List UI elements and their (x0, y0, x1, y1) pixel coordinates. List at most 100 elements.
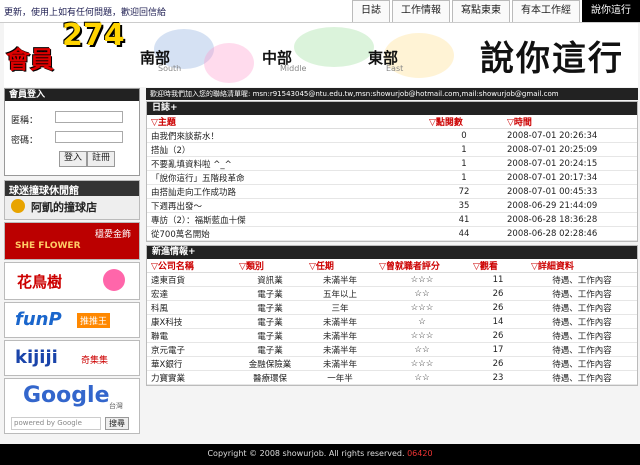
diary-views: 1 (425, 142, 503, 157)
diary-topic[interactable]: 不要亂填資料啦 ^_^ (147, 156, 425, 171)
job-rating: ☆☆☆ (375, 300, 469, 315)
ad-billiard[interactable]: 球迷撞球休閒館 阿凱的撞球店 (4, 180, 140, 220)
tab-write[interactable]: 寫點東東 (452, 0, 510, 22)
region-east[interactable]: 東部 East (368, 47, 403, 73)
col-company[interactable]: ▽公司名稱 (147, 259, 235, 273)
login-button[interactable]: 登入 (59, 151, 88, 167)
job-row[interactable]: 宏達 電子業 五年以上 ☆☆ 26 待遇、工作內容 (147, 286, 637, 301)
job-row[interactable]: 康X科技 電子業 未滿半年 ☆ 14 待遇、工作內容 (147, 314, 637, 329)
job-company[interactable]: 康X科技 (147, 314, 235, 329)
job-row[interactable]: 遠東百貨 資訊業 未滿半年 ☆☆☆ 11 待遇、工作內容 (147, 272, 637, 287)
job-row[interactable]: 華X銀行 金融保險業 未滿半年 ☆☆☆ 26 待遇、工作內容 (147, 356, 637, 371)
jewelry-en: SHE FLOWER (15, 241, 81, 251)
diary-time: 2008-06-29 21:44:09 (503, 198, 637, 213)
col-category[interactable]: ▽類別 (235, 259, 305, 273)
diary-topic[interactable]: 「說你這行」五階段革命 (147, 170, 425, 185)
job-views: 26 (469, 356, 527, 371)
nickname-input[interactable] (55, 111, 123, 123)
site-notice: 更新，使用上如有任何問題，歡迎回信給 (4, 8, 167, 18)
tab-job-info[interactable]: 工作情報 (392, 0, 450, 22)
job-rating: ☆☆ (375, 286, 469, 301)
diary-row[interactable]: 不要亂填資料啦 ^_^ 1 2008-07-01 20:24:15 (147, 156, 637, 171)
diary-row[interactable]: 「說你這行」五階段革命 1 2008-07-01 20:17:34 (147, 170, 637, 185)
col-tenure[interactable]: ▽任期 (305, 259, 375, 273)
funp-tag: 推推王 (77, 313, 111, 328)
member-count-badge: 會員 274 (6, 18, 152, 78)
ad-kijiji[interactable]: kijiji 奇集集 (4, 340, 140, 376)
diary-topic[interactable]: 由我們來談薪水！ (147, 128, 425, 143)
diary-row[interactable]: 從700萬名開始 44 2008-06-28 02:28:46 (147, 226, 637, 241)
job-detail[interactable]: 待遇、工作內容 (527, 328, 637, 343)
diary-title[interactable]: 日誌+ (147, 102, 637, 115)
password-input[interactable] (55, 131, 123, 143)
tab-showurjob[interactable]: 說你這行 (582, 0, 640, 22)
job-company[interactable]: 科風 (147, 300, 235, 315)
google-logo[interactable]: Google (23, 383, 110, 408)
diary-row[interactable]: 專訪（2）：福斯藍血十傑 41 2008-06-28 18:36:28 (147, 212, 637, 227)
diary-row[interactable]: 搭訕（2） 1 2008-07-01 20:25:09 (147, 142, 637, 157)
job-detail[interactable]: 待遇、工作內容 (527, 286, 637, 301)
diary-views: 1 (425, 170, 503, 185)
col-job-views[interactable]: ▽觀看 (469, 259, 527, 273)
diary-time: 2008-07-01 00:45:33 (503, 184, 637, 199)
col-rating[interactable]: ▽曾就職者評分 (375, 259, 469, 273)
ad-jewelry[interactable]: 穩愛金飾 SHE FLOWER (4, 222, 140, 260)
register-button[interactable]: 註冊 (87, 151, 116, 167)
tab-diary[interactable]: 日誌 (352, 0, 390, 22)
search-button[interactable]: 搜尋 (105, 417, 129, 430)
job-row[interactable]: 京元電子 電子業 未滿半年 ☆☆ 17 待遇、工作內容 (147, 342, 637, 357)
diary-topic[interactable]: 專訪（2）：福斯藍血十傑 (147, 212, 425, 227)
footer: Copyright © 2008 showurjob. All rights r… (0, 444, 640, 465)
job-detail[interactable]: 待遇、工作內容 (527, 342, 637, 357)
ad-column: 球迷撞球休閒館 阿凱的撞球店 穩愛金飾 SHE FLOWER 花鳥樹 funP … (4, 180, 140, 434)
flower-brand: 花鳥樹 (17, 273, 63, 291)
job-detail[interactable]: 待遇、工作內容 (527, 300, 637, 315)
ad-funp[interactable]: funP 推推王 (4, 302, 140, 338)
login-box: 會員登入 匿稱： 密碼： 登入 註冊 (4, 88, 140, 176)
diary-row[interactable]: 下週再出發～ 35 2008-06-29 21:44:09 (147, 198, 637, 213)
google-search-input[interactable]: powered by Google (11, 417, 101, 430)
job-row[interactable]: 聯電 電子業 未滿半年 ☆☆☆ 26 待遇、工作內容 (147, 328, 637, 343)
diary-topic[interactable]: 下週再出發～ (147, 198, 425, 213)
diary-row[interactable]: 由我們來談薪水！ 0 2008-07-01 20:26:34 (147, 128, 637, 143)
col-time[interactable]: ▽時間 (503, 115, 637, 129)
job-company[interactable]: 力寶實業 (147, 370, 235, 385)
job-company[interactable]: 華X銀行 (147, 356, 235, 371)
col-topic[interactable]: ▽主題 (147, 115, 425, 129)
job-company[interactable]: 宏達 (147, 286, 235, 301)
diary-views: 72 (425, 184, 503, 199)
diary-views: 35 (425, 198, 503, 213)
diary-time: 2008-07-01 20:17:34 (503, 170, 637, 185)
mascot-icon (103, 269, 125, 291)
jobs-title[interactable]: 新進情報+ (147, 246, 637, 259)
job-row[interactable]: 科風 電子業 三年 ☆☆☆ 26 待遇、工作內容 (147, 300, 637, 315)
diary-topic[interactable]: 由搭訕走向工作成功路 (147, 184, 425, 199)
job-detail[interactable]: 待遇、工作內容 (527, 356, 637, 371)
job-category: 電子業 (235, 314, 305, 329)
job-row[interactable]: 力寶實業 醫療環保 一年半 ☆☆ 23 待遇、工作內容 (147, 370, 637, 385)
diary-topic[interactable]: 從700萬名開始 (147, 226, 425, 241)
tab-work-experience[interactable]: 有本工作經 (512, 0, 580, 22)
job-company[interactable]: 遠東百貨 (147, 272, 235, 287)
job-company[interactable]: 聯電 (147, 328, 235, 343)
job-company[interactable]: 京元電子 (147, 342, 235, 357)
google-search-box: Google 台灣 powered by Google 搜尋 (4, 378, 140, 434)
job-rating: ☆☆ (375, 342, 469, 357)
col-views[interactable]: ▽點閱數 (425, 115, 503, 129)
paint-splash (294, 27, 374, 67)
region-middle[interactable]: 中部 Middle (262, 47, 306, 73)
job-detail[interactable]: 待遇、工作內容 (527, 272, 637, 287)
diary-topic[interactable]: 搭訕（2） (147, 142, 425, 157)
col-detail[interactable]: ▽詳細資料 (527, 259, 637, 273)
nickname-label: 匿稱： (11, 116, 39, 126)
diary-time: 2008-06-28 18:36:28 (503, 212, 637, 227)
diary-views: 0 (425, 128, 503, 143)
job-detail[interactable]: 待遇、工作內容 (527, 314, 637, 329)
billiard-name: 阿凱的撞球店 (31, 201, 97, 214)
google-region: 台灣 (109, 402, 123, 410)
diary-views: 1 (425, 156, 503, 171)
job-detail[interactable]: 待遇、工作內容 (527, 370, 637, 385)
diary-row[interactable]: 由搭訕走向工作成功路 72 2008-07-01 00:45:33 (147, 184, 637, 199)
ad-flower-bird-tree[interactable]: 花鳥樹 (4, 262, 140, 300)
jewelry-zh: 穩愛金飾 (94, 230, 131, 240)
